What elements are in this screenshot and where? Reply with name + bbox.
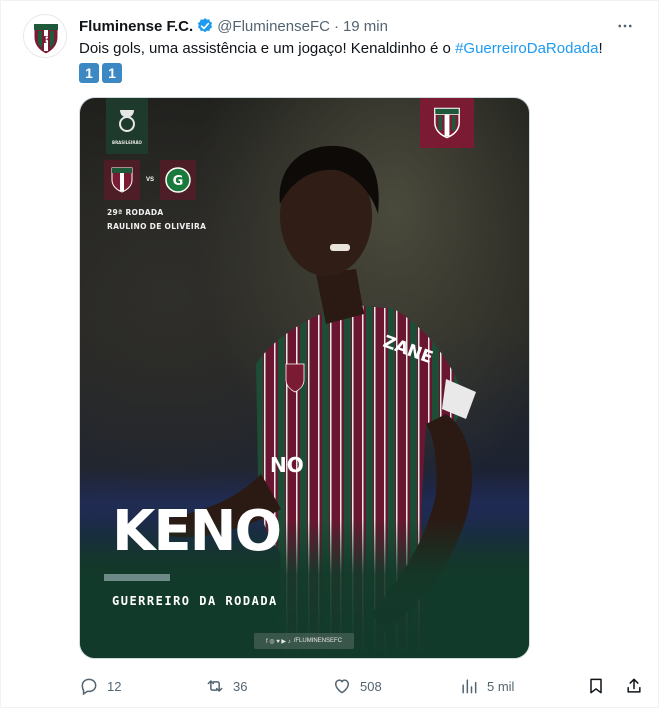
more-options-icon[interactable]	[612, 13, 638, 39]
fluminense-crest-icon: F	[24, 15, 66, 57]
keycap-one-emoji: 1	[79, 63, 99, 83]
name-underline	[104, 574, 170, 581]
author-handle[interactable]: @FluminenseFC	[217, 18, 330, 35]
tweet-image[interactable]: ZANE NO BRASILEIRÃO VS G 29ª RODADA RAUL…	[79, 97, 530, 659]
award-title: GUERREIRO DA RODADA	[112, 594, 278, 608]
goias-crest-icon: G	[165, 167, 191, 193]
like-count: 508	[360, 678, 382, 694]
fluminense-crest-icon	[111, 167, 133, 193]
share-icon	[627, 678, 641, 693]
retweet-count: 36	[233, 678, 248, 694]
views-chart-icon	[462, 679, 477, 694]
like-button[interactable]: 508	[332, 673, 382, 699]
avatar[interactable]: F	[23, 14, 67, 58]
svg-text:G: G	[173, 174, 184, 189]
svg-text:BRASILEIRÃO: BRASILEIRÃO	[112, 140, 143, 145]
bookmark-icon	[590, 678, 602, 694]
author-name[interactable]: Fluminense F.C.	[79, 18, 193, 35]
brasileirao-badge: BRASILEIRÃO	[106, 98, 148, 154]
share-button[interactable]	[624, 673, 644, 699]
social-handle: /FLUMINENSEFC	[293, 638, 343, 644]
fluminense-crest-icon	[434, 107, 460, 139]
retweet-button[interactable]: 36	[205, 673, 247, 699]
match-fixture: VS G	[104, 160, 197, 200]
reply-icon	[81, 678, 97, 696]
round-label: 29ª RODADA	[107, 208, 164, 217]
bookmark-button[interactable]	[586, 673, 606, 699]
emoji-row: 1 1	[79, 63, 122, 83]
home-team-crest	[104, 160, 140, 200]
tweet-text-body: Dois gols, uma assistência e um jogaço! …	[79, 40, 456, 57]
tweet-card[interactable]: F Fluminense F.C. @FluminenseFC · 19 min…	[0, 0, 659, 708]
social-handle-bar: f ◎ ♥ ▶ ♪ /FLUMINENSEFC	[254, 633, 354, 649]
away-team-crest: G	[160, 160, 197, 200]
club-crest-banner	[420, 98, 474, 148]
hashtag-link[interactable]: #GuerreiroDaRodada	[455, 40, 598, 57]
versus-label: VS	[146, 177, 155, 183]
social-icons: f ◎ ♥ ▶ ♪	[265, 638, 291, 645]
keycap-one-emoji: 1	[102, 63, 122, 83]
tweet-header: Fluminense F.C. @FluminenseFC · 19 min	[79, 15, 638, 37]
heart-icon	[335, 679, 349, 694]
retweet-icon	[207, 680, 223, 692]
player-name: KENO	[112, 499, 282, 564]
views-button[interactable]: 5 mil	[459, 673, 514, 699]
reply-count: 12	[107, 678, 122, 694]
tweet-text-end: !	[598, 40, 603, 57]
verified-badge-icon	[196, 17, 214, 35]
tweet-timestamp[interactable]: 19 min	[343, 18, 388, 35]
svg-text:F: F	[43, 36, 50, 46]
venue-label: RAULINO DE OLIVEIRA	[107, 222, 207, 231]
header-separator: ·	[333, 17, 339, 35]
views-count: 5 mil	[487, 678, 515, 694]
brasileirao-logo-icon: BRASILEIRÃO	[112, 110, 143, 145]
tweet-actions: 12 36 508 5 mil	[79, 673, 651, 699]
svg-text:NO: NO	[270, 453, 304, 477]
reply-button[interactable]: 12	[79, 673, 121, 699]
tweet-text: Dois gols, uma assistência e um jogaço! …	[79, 38, 644, 60]
